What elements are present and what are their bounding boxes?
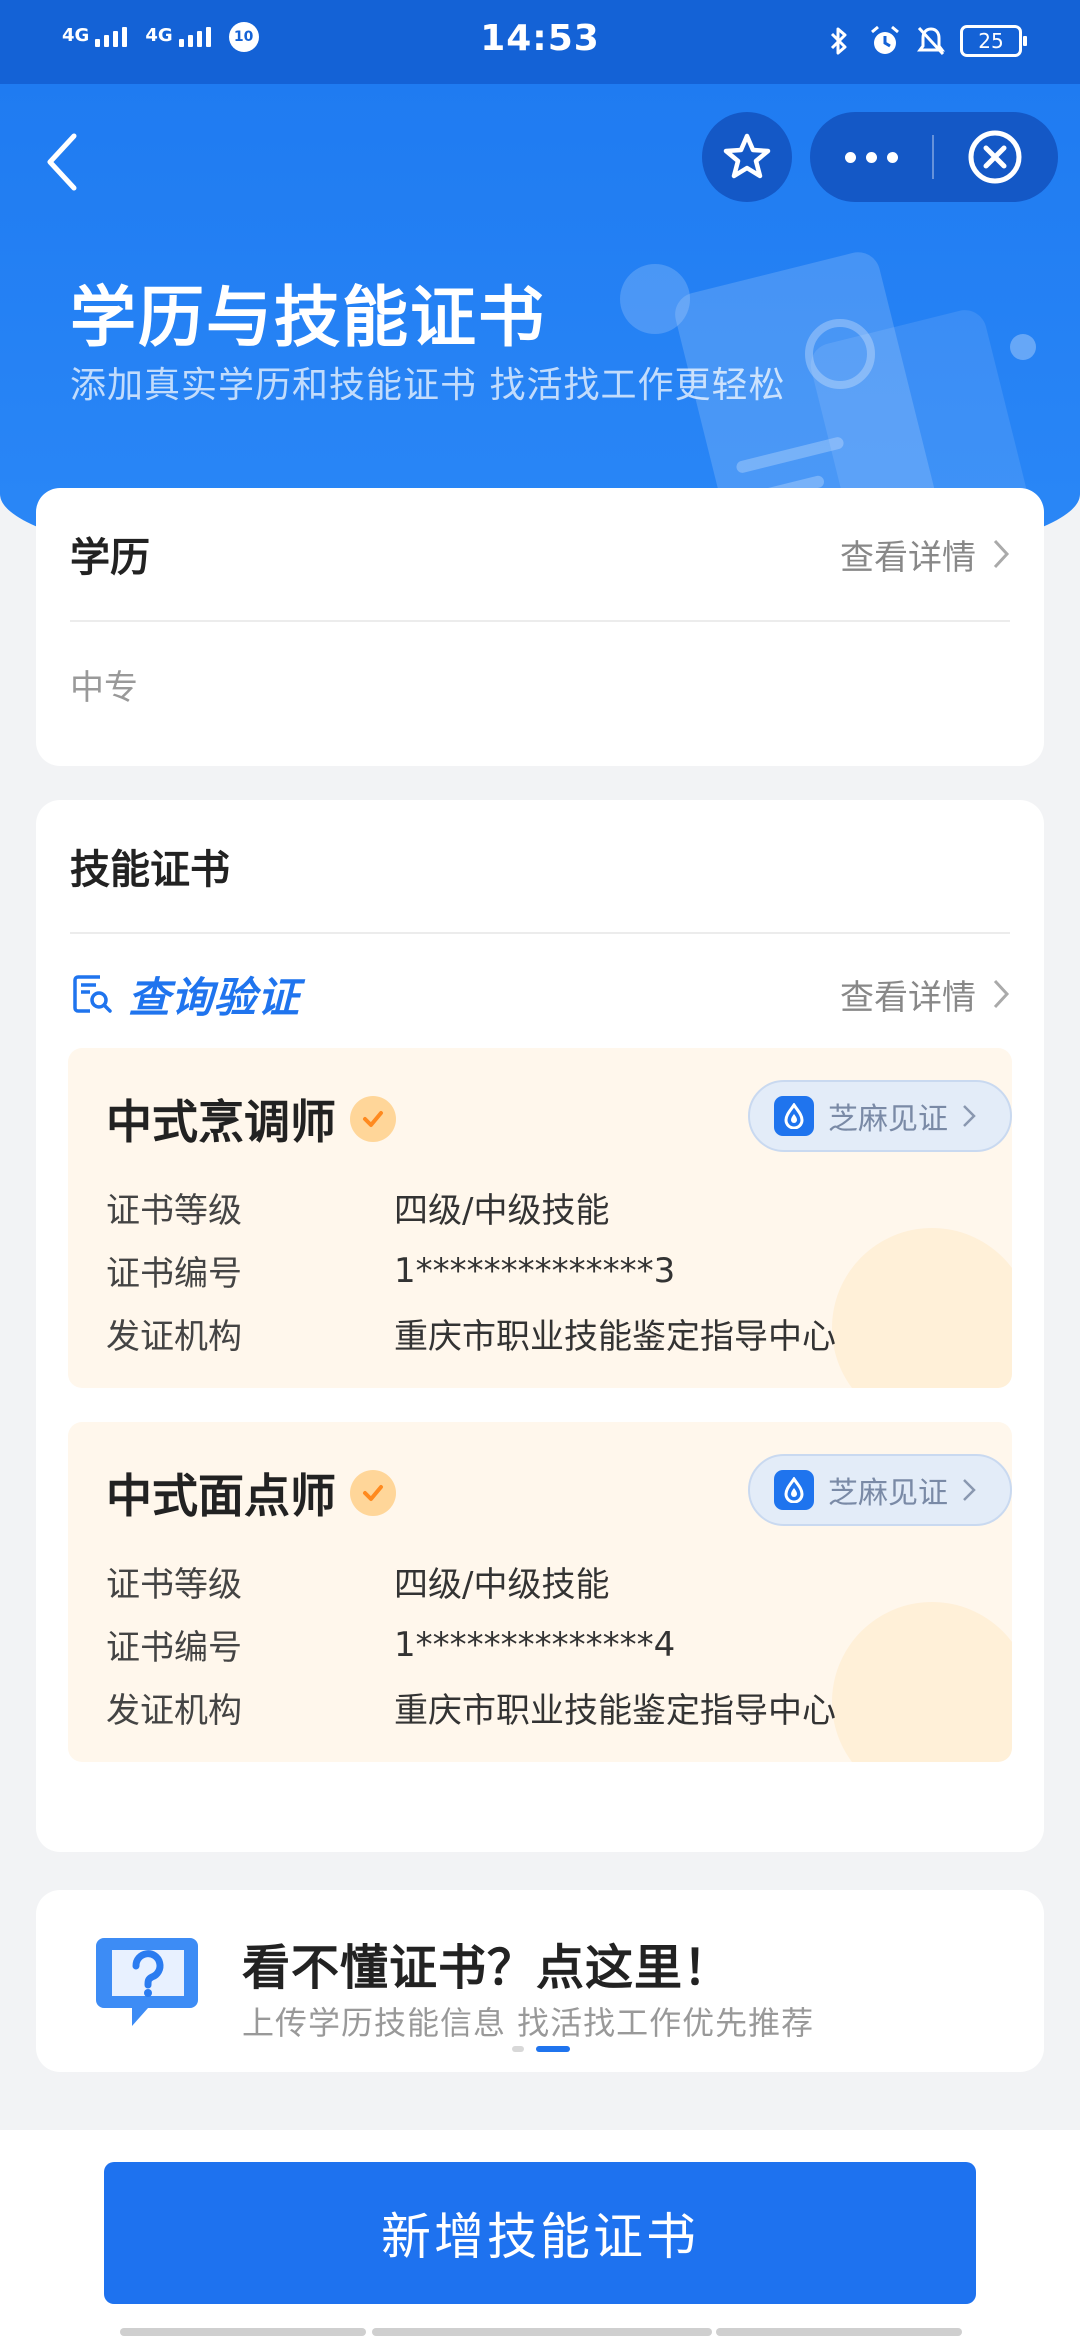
field-label: 证书等级 <box>106 1191 242 1231</box>
zhima-verify-button[interactable]: 芝麻见证 <box>748 1454 1012 1526</box>
add-certificate-button[interactable]: 新增技能证书 <box>104 2162 976 2304</box>
certificate-details: 证书等级 四级/中级技能 证书编号 1**************3 发证机构 … <box>106 1176 836 1365</box>
certificate-name: 中式面点师 <box>106 1469 336 1523</box>
back-button[interactable] <box>44 122 94 202</box>
skills-detail-link[interactable]: 查看详情 <box>840 970 1010 1019</box>
certificate-details: 证书等级 四级/中级技能 证书编号 1**************4 发证机构 … <box>106 1550 836 1739</box>
certificate-level-row: 证书等级 四级/中级技能 <box>106 1550 836 1613</box>
education-card: 学历 查看详情 中专 <box>36 488 1044 766</box>
verify-label: 查询验证 <box>128 972 301 1022</box>
field-label: 证书编号 <box>106 1254 242 1294</box>
bluetooth-icon <box>822 22 856 60</box>
gesture-bar <box>120 2328 366 2336</box>
skills-header: 技能证书 <box>70 800 1010 934</box>
education-title: 学历 <box>70 535 150 581</box>
certificate-card[interactable]: 中式面点师 芝麻见证 证书等级 四级/中级技能 证书编号 1**********… <box>68 1422 1012 1762</box>
verify-row: 查询验证 查看详情 <box>70 934 1010 1054</box>
more-options-button[interactable] <box>810 112 932 202</box>
mute-bell-icon <box>914 22 948 60</box>
star-icon <box>723 133 771 179</box>
certificate-watermark <box>832 1228 1012 1388</box>
document-search-icon <box>73 975 112 1013</box>
help-promo-card[interactable]: 看不懂证书？点这里！ 上传学历技能信息 找活找工作优先推荐 <box>36 1890 1044 2072</box>
status-bar: 4G 4G 10 14:53 25 <box>0 0 1080 84</box>
field-value: 重庆市职业技能鉴定指导中心 <box>394 1317 836 1357</box>
field-value: 四级/中级技能 <box>394 1191 610 1231</box>
field-label: 发证机构 <box>106 1691 242 1731</box>
certificate-level-row: 证书等级 四级/中级技能 <box>106 1176 836 1239</box>
question-chat-icon <box>92 1928 202 2038</box>
alarm-icon <box>868 22 902 60</box>
zhima-label: 芝麻见证 <box>828 1476 948 1511</box>
certificate-card[interactable]: 中式烹调师 芝麻见证 证书等级 四级/中级技能 证书编号 1**********… <box>68 1048 1012 1388</box>
gesture-bar <box>372 2328 712 2336</box>
mini-program-capsule <box>810 112 1058 202</box>
certificate-title-row: 中式面点师 <box>106 1460 396 1526</box>
verified-check-icon <box>350 1470 396 1516</box>
promo-title: 看不懂证书？点这里！ <box>242 1940 733 1996</box>
back-arrow-icon <box>47 133 77 191</box>
field-label: 证书编号 <box>106 1628 242 1668</box>
promo-subtitle: 上传学历技能信息 找活找工作优先推荐 <box>242 2004 815 2042</box>
field-value: 1**************4 <box>394 1624 676 1665</box>
battery-icon: 25 <box>960 25 1027 57</box>
field-label: 证书等级 <box>106 1565 242 1605</box>
zhima-drop-icon <box>774 1470 814 1510</box>
certificate-title-row: 中式烹调师 <box>106 1086 396 1152</box>
certificate-name: 中式烹调师 <box>106 1095 336 1149</box>
certificate-number-row: 证书编号 1**************4 <box>106 1613 836 1676</box>
skills-detail-label: 查看详情 <box>840 977 976 1018</box>
verify-link[interactable]: 查询验证 <box>70 964 300 1025</box>
gesture-bar <box>716 2328 962 2336</box>
field-value: 1**************3 <box>394 1250 676 1291</box>
decor-medal-icon <box>805 319 875 389</box>
page-title: 学历与技能证书 <box>70 279 546 356</box>
certificate-issuer-row: 发证机构 重庆市职业技能鉴定指导中心 <box>106 1302 836 1365</box>
zhima-label: 芝麻见证 <box>828 1102 948 1137</box>
education-header: 学历 查看详情 <box>70 488 1010 622</box>
skills-title: 技能证书 <box>70 847 230 893</box>
bottom-action-bar: 新增技能证书 <box>0 2130 1080 2340</box>
battery-level: 25 <box>978 29 1004 53</box>
field-label: 发证机构 <box>106 1317 242 1357</box>
verified-check-icon <box>350 1096 396 1142</box>
zhima-verify-button[interactable]: 芝麻见证 <box>748 1080 1012 1152</box>
zhima-drop-icon <box>774 1096 814 1136</box>
education-detail-label: 查看详情 <box>840 537 976 578</box>
education-detail-link[interactable]: 查看详情 <box>840 530 1010 579</box>
status-right: 25 <box>822 22 1027 60</box>
favorite-button[interactable] <box>702 112 792 202</box>
carousel-indicator <box>512 2046 570 2052</box>
certificate-issuer-row: 发证机构 重庆市职业技能鉴定指导中心 <box>106 1676 836 1739</box>
close-circle-icon <box>968 130 1022 184</box>
skill-certificates-card: 技能证书 查询验证 查看详情 中式烹调师 芝麻见证 证书等级 四级/中级技能 证… <box>36 800 1044 1852</box>
chevron-right-icon <box>993 539 1010 569</box>
field-value: 四级/中级技能 <box>394 1565 610 1605</box>
chevron-right-icon <box>993 979 1010 1009</box>
field-value: 重庆市职业技能鉴定指导中心 <box>394 1691 836 1731</box>
certificate-number-row: 证书编号 1**************3 <box>106 1239 836 1302</box>
page-subtitle: 添加真实学历和技能证书 找活找工作更轻松 <box>70 365 786 406</box>
close-button[interactable] <box>934 112 1056 202</box>
education-value: 中专 <box>70 668 138 708</box>
certificate-watermark <box>832 1602 1012 1762</box>
chevron-right-icon <box>963 1479 976 1501</box>
decor-dot <box>1010 334 1036 360</box>
chevron-right-icon <box>963 1105 976 1127</box>
